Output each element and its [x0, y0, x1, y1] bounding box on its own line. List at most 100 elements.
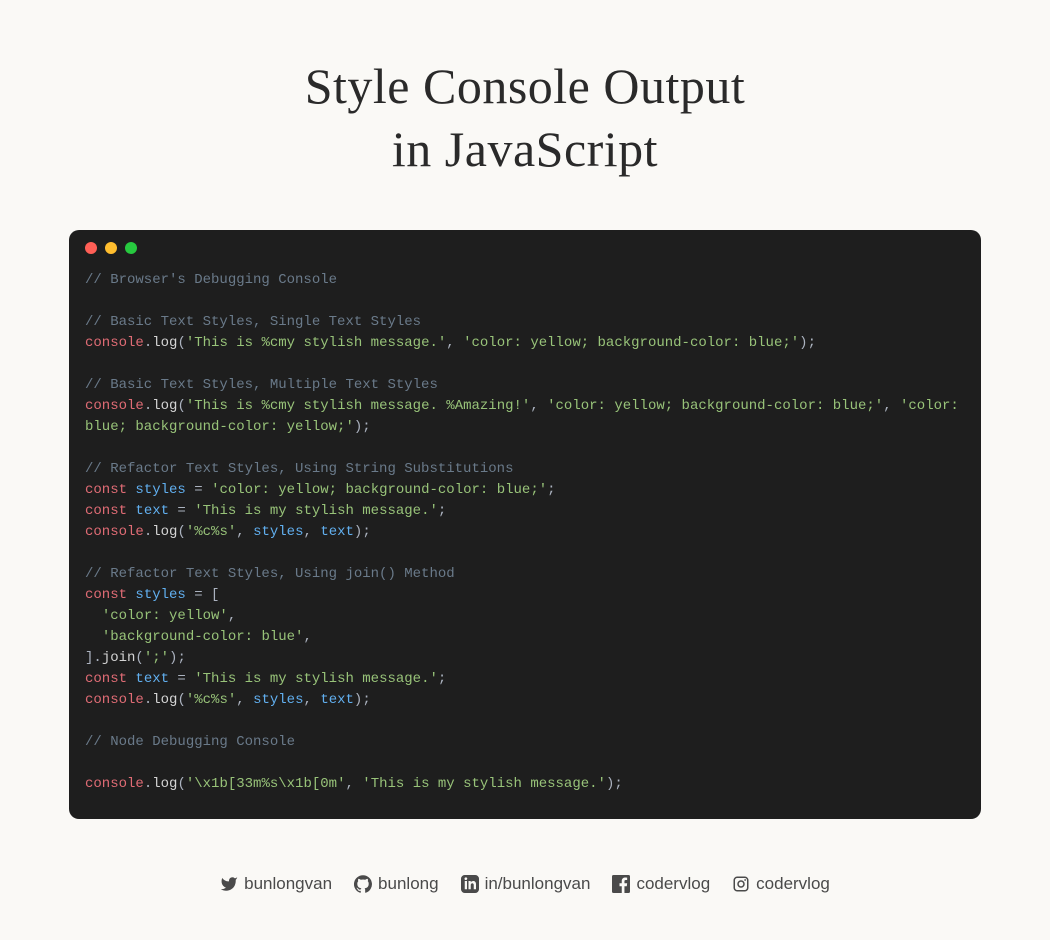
code-token: text: [135, 671, 169, 687]
code-token: (: [177, 524, 185, 540]
code-token: log: [152, 776, 177, 792]
code-comment: // Basic Text Styles, Multiple Text Styl…: [85, 377, 438, 393]
code-token: ,: [530, 398, 547, 414]
code-token: console: [85, 335, 144, 351]
code-comment: // Refactor Text Styles, Using join() Me…: [85, 566, 455, 582]
code-token: const: [85, 587, 127, 603]
code-comment: // Node Debugging Console: [85, 734, 295, 750]
code-token: text: [135, 503, 169, 519]
page-title-block: Style Console Output in JavaScript: [0, 0, 1050, 230]
code-window: // Browser's Debugging Console // Basic …: [69, 230, 981, 819]
code-token: const: [85, 671, 127, 687]
code-token: log: [152, 398, 177, 414]
code-token: console: [85, 398, 144, 414]
code-token: );: [799, 335, 816, 351]
code-token: );: [354, 692, 371, 708]
code-body: // Browser's Debugging Console // Basic …: [69, 266, 981, 819]
code-comment: // Refactor Text Styles, Using String Su…: [85, 461, 513, 477]
title-line-2: in JavaScript: [392, 121, 658, 177]
code-token: =: [169, 503, 194, 519]
code-token: ,: [236, 692, 253, 708]
social-label: codervlog: [636, 874, 710, 894]
code-token: );: [354, 419, 371, 435]
code-token: 'This is my stylish message.': [362, 776, 606, 792]
social-linkedin[interactable]: in/bunlongvan: [461, 874, 591, 894]
code-token: join: [102, 650, 136, 666]
code-token: );: [354, 524, 371, 540]
code-token: 'This is %cmy stylish message. %Amazing!…: [186, 398, 530, 414]
code-token: 'background-color: blue': [102, 629, 304, 645]
code-token: = [: [186, 587, 220, 603]
code-token: text: [320, 692, 354, 708]
code-token: ,: [883, 398, 900, 414]
code-token: (: [177, 335, 185, 351]
code-token: (: [177, 692, 185, 708]
code-token: 'color: yellow': [102, 608, 228, 624]
code-token: console: [85, 524, 144, 540]
code-token: .: [144, 776, 152, 792]
code-token: '\x1b[33m%s\x1b[0m': [186, 776, 346, 792]
code-token: (: [177, 776, 185, 792]
code-token: ,: [304, 524, 321, 540]
code-token: ,: [228, 608, 236, 624]
code-token: ].: [85, 650, 102, 666]
code-token: .: [144, 398, 152, 414]
code-token: styles: [253, 524, 303, 540]
code-token: log: [152, 335, 177, 351]
code-token: 'This is my stylish message.': [194, 503, 438, 519]
code-token: 'This is %cmy stylish message.': [186, 335, 446, 351]
code-token: (: [135, 650, 143, 666]
social-label: bunlongvan: [244, 874, 332, 894]
code-token: ,: [345, 776, 362, 792]
linkedin-icon: [461, 875, 479, 893]
code-token: styles: [135, 482, 185, 498]
code-token: ,: [446, 335, 463, 351]
code-token: .: [144, 692, 152, 708]
code-token: console: [85, 692, 144, 708]
facebook-icon: [612, 875, 630, 893]
code-comment: // Basic Text Styles, Single Text Styles: [85, 314, 421, 330]
code-token: ,: [304, 692, 321, 708]
social-label: in/bunlongvan: [485, 874, 591, 894]
social-links: bunlongvan bunlong in/bunlongvan codervl…: [0, 874, 1050, 894]
code-token: (: [177, 398, 185, 414]
close-icon: [85, 242, 97, 254]
window-chrome: [69, 230, 981, 266]
code-token: .: [144, 524, 152, 540]
code-token: =: [169, 671, 194, 687]
social-twitter[interactable]: bunlongvan: [220, 874, 332, 894]
code-token: ,: [303, 629, 311, 645]
code-token: ;: [438, 671, 446, 687]
code-token: 'color: yellow; background-color: blue;': [211, 482, 547, 498]
code-token: ';': [144, 650, 169, 666]
social-label: codervlog: [756, 874, 830, 894]
instagram-icon: [732, 875, 750, 893]
code-token: 'color: yellow; background-color: blue;': [463, 335, 799, 351]
code-comment: // Browser's Debugging Console: [85, 272, 337, 288]
code-token: log: [152, 692, 177, 708]
social-label: bunlong: [378, 874, 439, 894]
code-token: .: [144, 335, 152, 351]
code-token: text: [320, 524, 354, 540]
twitter-icon: [220, 875, 238, 893]
code-token: =: [186, 482, 211, 498]
code-token: );: [606, 776, 623, 792]
minimize-icon: [105, 242, 117, 254]
code-token: 'This is my stylish message.': [194, 671, 438, 687]
code-token: styles: [135, 587, 185, 603]
maximize-icon: [125, 242, 137, 254]
code-token: const: [85, 482, 127, 498]
social-instagram[interactable]: codervlog: [732, 874, 830, 894]
code-token: 'color: yellow; background-color: blue;': [547, 398, 883, 414]
code-token: );: [169, 650, 186, 666]
social-facebook[interactable]: codervlog: [612, 874, 710, 894]
code-token: const: [85, 503, 127, 519]
page-title: Style Console Output in JavaScript: [0, 55, 1050, 180]
code-token: console: [85, 776, 144, 792]
social-github[interactable]: bunlong: [354, 874, 439, 894]
code-token: log: [152, 524, 177, 540]
code-token: '%c%s': [186, 524, 236, 540]
code-token: styles: [253, 692, 303, 708]
code-token: ,: [236, 524, 253, 540]
code-token: ;: [547, 482, 555, 498]
